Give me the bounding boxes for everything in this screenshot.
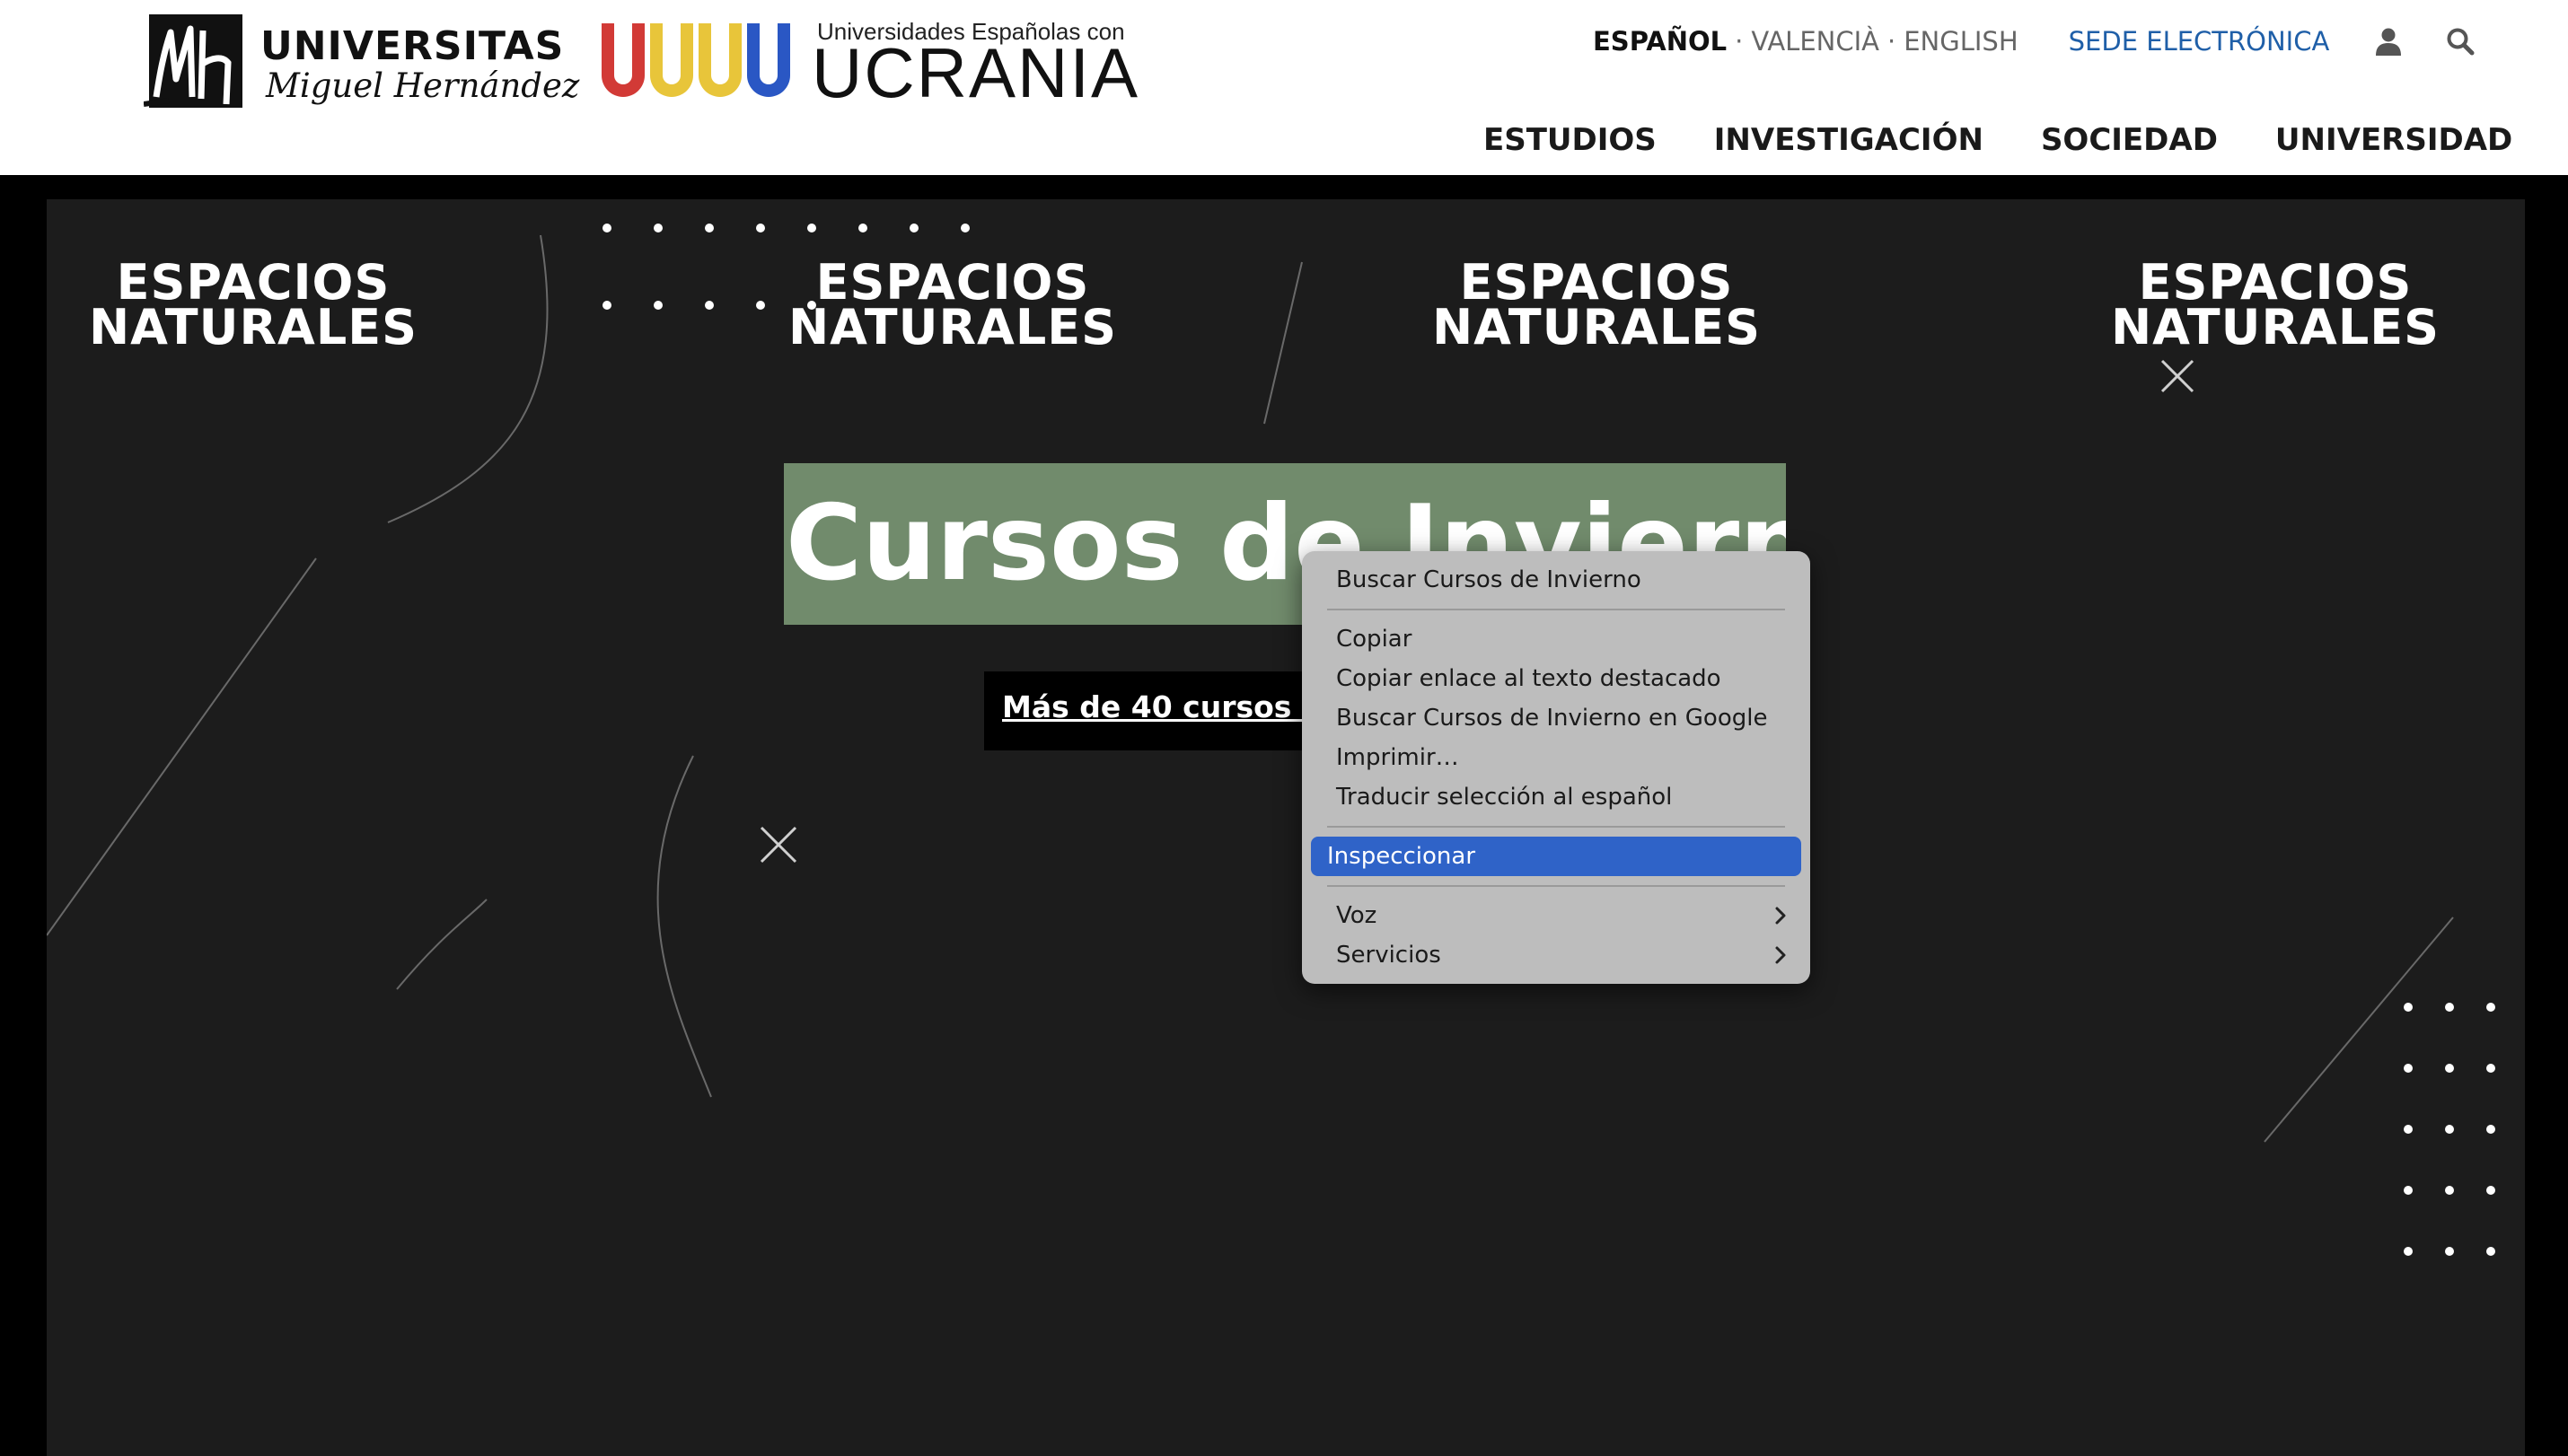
ucrania-bar-group (602, 23, 790, 97)
context-menu-item-label: Buscar Cursos de Invierno en Google (1336, 705, 1768, 732)
top-utility-bar: ESPAÑOL · VALENCIÀ · ENGLISH SEDE ELECTR… (1593, 22, 2480, 61)
search-icon[interactable] (2440, 22, 2480, 61)
ucrania-logo[interactable]: Universidades Españolas con UCRANIA (600, 18, 1138, 108)
chevron-right-icon (1774, 935, 1787, 975)
ucrania-bar (602, 23, 645, 97)
context-menu-separator (1327, 885, 1785, 887)
context-menu-item-label: Imprimir… (1336, 744, 1459, 771)
context-menu-item[interactable]: Buscar Cursos de Invierno (1311, 560, 1801, 600)
lang-separator: · (1735, 26, 1744, 57)
ucrania-bar (650, 23, 693, 97)
espacios-naturales-banner: ESPACIOS NATURALES (47, 259, 460, 355)
nav-item-investigacion[interactable]: INVESTIGACIÓN (1714, 122, 1983, 158)
espacios-naturales-banner: ESPACIOS NATURALES (1390, 259, 1803, 355)
context-menu-item-label: Servicios (1336, 942, 1441, 969)
context-menu-item[interactable]: Copiar (1311, 619, 1801, 659)
context-menu-separator (1327, 609, 1785, 610)
search-icon-glyph (2447, 28, 2475, 56)
site-header: UNIVERSITAS Miguel Hernández Universidad… (0, 0, 2568, 175)
umh-logo-word: UNIVERSITAS (260, 23, 565, 69)
context-menu-item-label: Inspeccionar (1327, 843, 1476, 870)
context-menu: Buscar Cursos de Invierno Copiar Copiar en… (1302, 551, 1810, 984)
lang-english[interactable]: ENGLISH (1904, 26, 2018, 57)
umh-logo[interactable]: UNIVERSITAS Miguel Hernández (144, 11, 579, 111)
context-menu-item[interactable]: Copiar enlace al texto destacado (1311, 659, 1801, 698)
nav-item-estudios[interactable]: ESTUDIOS (1483, 122, 1657, 158)
espacios-naturales-banner: ESPACIOS NATURALES (746, 259, 1159, 355)
context-menu-item[interactable]: Buscar Cursos de Invierno en Google (1311, 698, 1801, 738)
espacios-line2: NATURALES (88, 299, 418, 355)
lang-valencia[interactable]: VALENCIÀ (1751, 26, 1879, 57)
espacios-line2: NATURALES (2110, 299, 2440, 355)
context-menu-item[interactable]: Voz (1311, 896, 1801, 935)
lang-espanol[interactable]: ESPAÑOL (1593, 26, 1727, 57)
espacios-line2: NATURALES (1431, 299, 1762, 355)
ucrania-logo-title: UCRANIA (812, 33, 1140, 112)
context-menu-item[interactable]: Servicios (1311, 935, 1801, 975)
context-menu-item[interactable]: Imprimir… (1311, 738, 1801, 777)
nav-item-sociedad[interactable]: SOCIEDAD (2041, 122, 2218, 158)
ucrania-bar (699, 23, 742, 97)
lang-separator: · (1887, 26, 1896, 57)
context-menu-item-label: Copiar (1336, 626, 1412, 653)
ucrania-logo-bars (602, 23, 790, 97)
espacios-naturales-banner: ESPACIOS NATURALES (2069, 259, 2482, 355)
main-nav: ESTUDIOS INVESTIGACIÓN SOCIEDAD UNIVERSI… (1483, 122, 2512, 158)
user-icon-glyph (2376, 28, 2402, 56)
context-menu-item-label: Traducir selección al español (1336, 784, 1673, 811)
context-menu-item-label: Buscar Cursos de Invierno (1336, 566, 1641, 593)
ucrania-bar (747, 23, 790, 97)
hero-decoration (47, 224, 2495, 1256)
chevron-right-icon (1774, 896, 1787, 935)
umh-logo-name: Miguel Hernández (266, 66, 580, 105)
context-menu-item[interactable]: Inspeccionar (1311, 837, 1801, 876)
espacios-line2: NATURALES (787, 299, 1118, 355)
context-menu-item[interactable]: Traducir selección al español (1311, 777, 1801, 817)
hero-banner: ESPACIOS NATURALES ESPACIOS NATURALES ES… (47, 199, 2525, 1456)
nav-item-universidad[interactable]: UNIVERSIDAD (2275, 122, 2512, 158)
user-icon[interactable] (2369, 22, 2408, 61)
context-menu-item-label: Copiar enlace al texto destacado (1336, 665, 1721, 692)
context-menu-separator (1327, 826, 1785, 828)
umh-logo-mark (144, 14, 242, 108)
context-menu-item-label: Voz (1336, 902, 1377, 929)
sede-electronica-link[interactable]: SEDE ELECTRÓNICA (2069, 26, 2330, 57)
